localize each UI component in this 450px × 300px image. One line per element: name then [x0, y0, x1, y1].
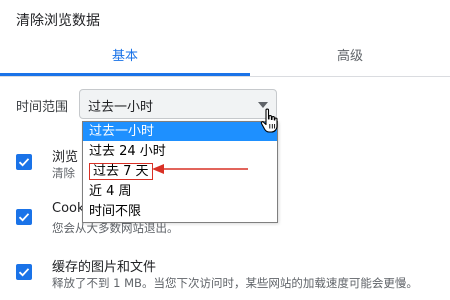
hand-pointer-icon — [260, 108, 278, 133]
dropdown-option-4-weeks[interactable]: 近 4 周 — [83, 182, 277, 201]
item-subtitle: 清除 — [52, 166, 75, 180]
checkmark-icon — [18, 268, 30, 277]
item-subtitle: 释放了不到 1 MB。当您下次访问时，某些网站的加载速度可能会更慢。 — [52, 276, 418, 290]
item-title: Cook — [52, 201, 85, 216]
option-label: 时间不限 — [89, 204, 142, 219]
cookies-checkbox[interactable] — [16, 209, 32, 225]
option-label: 近 4 周 — [89, 184, 132, 199]
tabs-divider — [0, 76, 450, 77]
checkmark-icon — [18, 213, 30, 222]
tab-bar: 基本 高级 — [0, 42, 450, 76]
option-label: 过去一小时 — [89, 124, 155, 139]
dialog-title: 清除浏览数据 — [16, 13, 100, 29]
time-range-selected-value: 过去一小时 — [88, 100, 154, 115]
tab-advanced[interactable]: 高级 — [250, 42, 450, 76]
tab-basic[interactable]: 基本 — [0, 42, 250, 76]
clear-browsing-data-dialog: 清除浏览数据 基本 高级 时间范围 过去一小时 过去一小时 过去 24 小时 过… — [0, 0, 450, 300]
option-label: 过去 24 小时 — [89, 144, 166, 159]
red-arrow-icon — [152, 164, 248, 174]
browsing-history-checkbox[interactable] — [16, 154, 32, 170]
option-label: 过去 7 天 — [93, 164, 149, 179]
dropdown-option-24-hours[interactable]: 过去 24 小时 — [83, 142, 277, 161]
checkmark-icon — [18, 158, 30, 167]
cached-files-checkbox[interactable] — [16, 264, 32, 280]
dropdown-option-1-hour[interactable]: 过去一小时 — [83, 122, 277, 141]
item-title: 浏览 — [52, 150, 79, 165]
dropdown-option-all-time[interactable]: 时间不限 — [83, 202, 277, 221]
time-range-select[interactable]: 过去一小时 — [79, 89, 277, 119]
option-annotation-box: 过去 7 天 — [89, 163, 153, 180]
time-range-label: 时间范围 — [16, 100, 69, 115]
item-title: 缓存的图片和文件 — [52, 260, 157, 275]
